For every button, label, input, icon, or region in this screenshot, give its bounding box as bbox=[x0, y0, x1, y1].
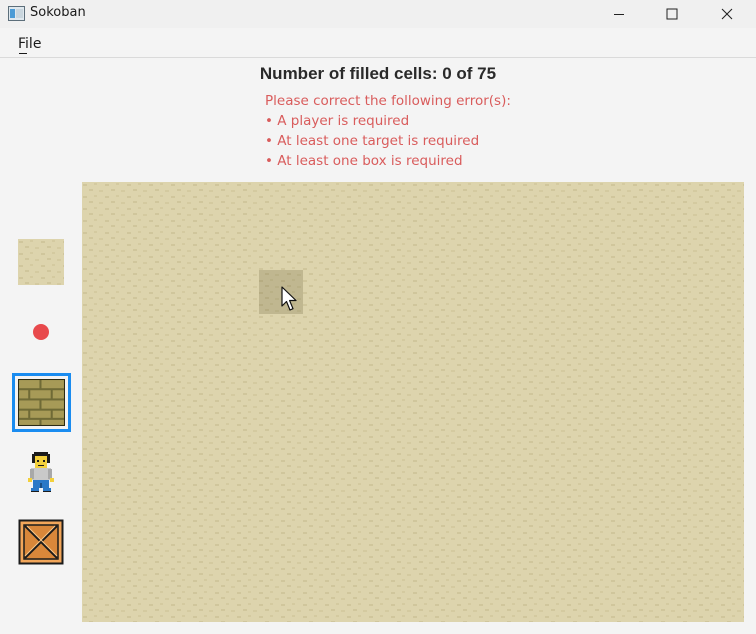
menu-bar: File bbox=[0, 30, 756, 58]
palette-wall-button[interactable] bbox=[12, 373, 71, 432]
game-board[interactable] bbox=[82, 182, 744, 622]
error-item: • At least one target is required bbox=[265, 133, 480, 149]
close-button[interactable] bbox=[704, 0, 750, 28]
palette-player-button[interactable] bbox=[18, 449, 64, 495]
title-bar: Sokoban bbox=[0, 0, 756, 28]
box-icon bbox=[18, 519, 64, 565]
target-icon bbox=[33, 324, 49, 340]
maximize-icon bbox=[666, 8, 678, 20]
floor-tile-icon bbox=[18, 239, 64, 285]
wall-tile-icon bbox=[18, 379, 65, 426]
palette-target-button[interactable] bbox=[18, 309, 64, 355]
menu-file[interactable]: File bbox=[18, 36, 41, 54]
board-floor bbox=[82, 182, 744, 622]
error-item: • At least one box is required bbox=[265, 153, 463, 169]
error-list: Please correct the following error(s): •… bbox=[265, 91, 511, 171]
player-icon bbox=[28, 452, 54, 492]
window-title: Sokoban bbox=[30, 5, 86, 20]
app-icon bbox=[8, 6, 25, 21]
filled-cells-status: Number of filled cells: 0 of 75 bbox=[259, 64, 497, 83]
maximize-button[interactable] bbox=[649, 0, 695, 28]
error-item: • A player is required bbox=[265, 113, 410, 129]
close-icon bbox=[721, 8, 733, 20]
pointer-cursor-icon bbox=[281, 286, 297, 311]
sokoban-window: Sokoban File Number of filled cells: 0 o… bbox=[0, 0, 756, 634]
error-intro: Please correct the following error(s): bbox=[265, 93, 511, 109]
palette-box-button[interactable] bbox=[18, 519, 64, 565]
minimize-icon bbox=[614, 14, 624, 15]
palette-floor-button[interactable] bbox=[18, 239, 64, 285]
minimize-button[interactable] bbox=[596, 0, 642, 28]
